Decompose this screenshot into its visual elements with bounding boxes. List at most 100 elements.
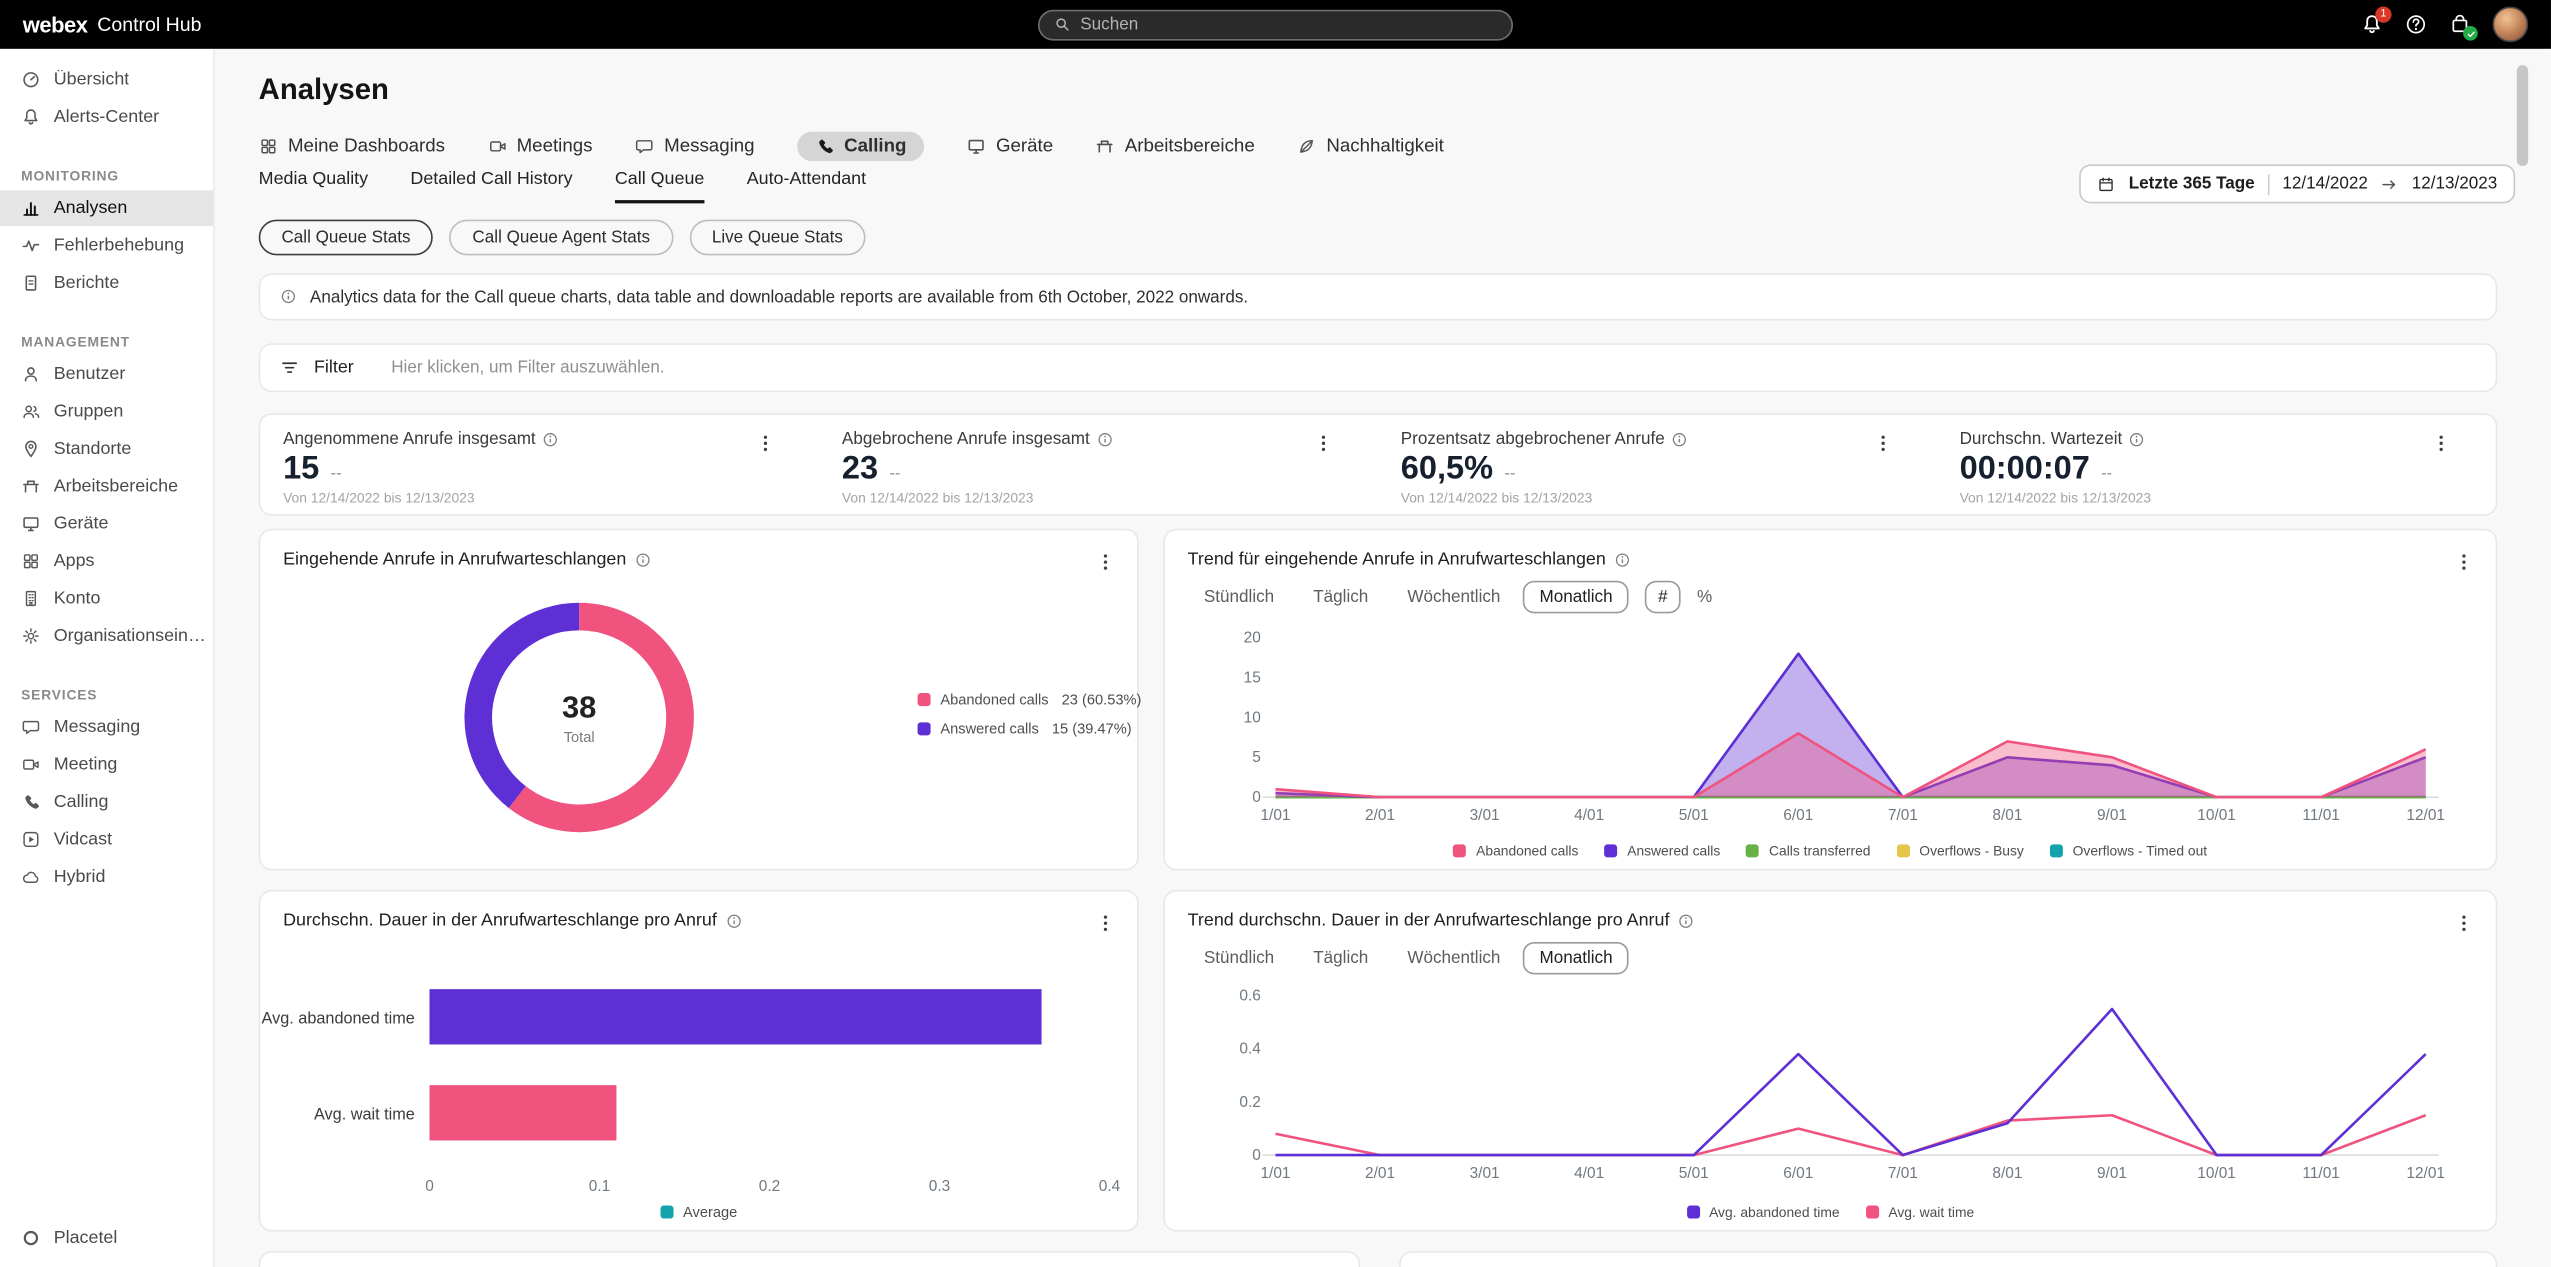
sidebar-item-analysen[interactable]: Analysen (0, 190, 213, 226)
play-icon (21, 830, 41, 850)
tab-nachhaltigkeit[interactable]: Nachhaltigkeit (1297, 137, 1444, 157)
legend-label: Answered calls (1627, 843, 1720, 859)
subtab-auto-attendant[interactable]: Auto-Attendant (747, 169, 866, 203)
pill-call-queue-agent-stats[interactable]: Call Queue Agent Stats (450, 220, 673, 256)
location-pin-icon (21, 439, 41, 459)
tab-calling[interactable]: Calling (797, 132, 924, 161)
product-name: Control Hub (97, 13, 201, 36)
tab-messaging[interactable]: Messaging (635, 137, 755, 157)
sidebar-item-konto[interactable]: Konto (0, 581, 213, 617)
sidebar-item-calling[interactable]: Calling (0, 784, 213, 820)
tab-arbeitsbereiche[interactable]: Arbeitsbereiche (1095, 137, 1254, 157)
kpi-menu-button[interactable] (1308, 428, 1339, 459)
chat-icon (635, 137, 655, 157)
subtab-call-queue[interactable]: Call Queue (615, 169, 705, 203)
legend-item: Overflows - Timed out (2050, 843, 2207, 859)
card-menu-button[interactable] (2448, 547, 2479, 578)
toggle-stuendlich[interactable]: Stündlich (1188, 581, 1291, 614)
filter-input[interactable] (391, 358, 2476, 378)
user-icon (21, 364, 41, 384)
svg-text:10: 10 (1244, 709, 1261, 726)
toggle-monatlich[interactable]: Monatlich (1523, 942, 1629, 975)
card-menu-button[interactable] (1090, 547, 1121, 578)
check-icon (2466, 28, 2476, 38)
toggle-stuendlich[interactable]: Stündlich (1188, 942, 1291, 975)
toggle-percent[interactable]: % (1684, 581, 1725, 614)
sidebar-item-meeting[interactable]: Meeting (0, 747, 213, 783)
sidebar-item-benutzer[interactable]: Benutzer (0, 356, 213, 392)
info-icon (280, 288, 297, 305)
banner-text: Analytics data for the Call queue charts… (310, 287, 1248, 307)
sidebar-item-label: Konto (54, 589, 101, 609)
svg-text:2/01: 2/01 (1365, 807, 1395, 824)
donut-svg (441, 579, 718, 856)
sidebar-item-gruppen[interactable]: Gruppen (0, 394, 213, 430)
sidebar-item-uebersicht[interactable]: Übersicht (0, 62, 213, 98)
legend-item: Overflows - Busy (1897, 843, 2024, 859)
help-icon (2405, 13, 2428, 36)
onboarding-checklist-button[interactable] (2448, 13, 2471, 36)
toggle-taeglich[interactable]: Täglich (1297, 581, 1385, 614)
pulse-icon (21, 236, 41, 256)
toggle-woechentlich[interactable]: Wöchentlich (1391, 581, 1517, 614)
user-avatar[interactable] (2492, 7, 2528, 43)
sidebar-item-arbeitsbereiche[interactable]: Arbeitsbereiche (0, 469, 213, 505)
legend-value: 23 (60.53%) (1062, 691, 1142, 707)
sidebar-item-hybrid[interactable]: Hybrid (0, 859, 213, 895)
sidebar-item-berichte[interactable]: Berichte (0, 265, 213, 301)
tab-meine-dashboards[interactable]: Meine Dashboards (259, 137, 445, 157)
legend-label: Overflows - Timed out (2073, 843, 2207, 859)
legend-label: Answered calls (940, 721, 1038, 737)
search-input[interactable] (1080, 15, 1496, 35)
cloud-icon (21, 867, 41, 887)
filter-bar[interactable]: Filter (259, 343, 2498, 392)
info-icon (2129, 431, 2146, 448)
date-range-picker[interactable]: Letzte 365 Tage 12/14/2022 12/13/2023 (2080, 164, 2515, 203)
subtab-media-quality[interactable]: Media Quality (259, 169, 368, 203)
svg-text:0.3: 0.3 (929, 1178, 950, 1195)
partial-card (1399, 1251, 2497, 1267)
global-search[interactable] (1038, 9, 1513, 40)
card-menu-button[interactable] (2448, 908, 2479, 939)
kpi-menu-button[interactable] (749, 428, 780, 459)
webex-logo: webex (23, 12, 88, 36)
scrollbar-thumb[interactable] (2517, 65, 2528, 166)
kpi-menu-button[interactable] (2426, 428, 2457, 459)
sidebar-item-alerts-center[interactable]: Alerts-Center (0, 99, 213, 135)
sidebar-section-management: MANAGEMENT (0, 327, 213, 356)
help-button[interactable] (2405, 13, 2428, 36)
pill-live-queue-stats[interactable]: Live Queue Stats (689, 220, 866, 256)
pill-call-queue-stats[interactable]: Call Queue Stats (259, 220, 434, 256)
toggle-monatlich[interactable]: Monatlich (1523, 581, 1629, 614)
tab-meetings[interactable]: Meetings (487, 137, 592, 157)
sidebar-item-apps[interactable]: Apps (0, 543, 213, 579)
sidebar-item-placetel[interactable]: Placetel (0, 1220, 213, 1256)
toggle-count[interactable]: # (1645, 581, 1681, 614)
app-window: webex Control Hub 1 Übersicht (0, 0, 2551, 1267)
tab-geraete[interactable]: Geräte (967, 137, 1054, 157)
sidebar-item-messaging[interactable]: Messaging (0, 709, 213, 745)
kpi-title: Durchschn. Wartezeit (1960, 430, 2123, 450)
sidebar-item-standorte[interactable]: Standorte (0, 431, 213, 467)
chart-legend: Average (260, 1204, 1137, 1220)
line-chart: 00.20.40.61/012/013/014/015/016/017/018/… (1181, 976, 2483, 1220)
topbar-actions: 1 (2361, 7, 2529, 43)
notifications-button[interactable]: 1 (2361, 13, 2384, 36)
card-menu-button[interactable] (1090, 908, 1121, 939)
info-icon (1678, 912, 1695, 929)
svg-text:9/01: 9/01 (2097, 807, 2127, 824)
svg-text:3/01: 3/01 (1470, 807, 1500, 824)
sidebar-item-fehlerbehebung[interactable]: Fehlerbehebung (0, 228, 213, 264)
video-camera-icon (21, 755, 41, 775)
sidebar-item-organisationseinstellungen[interactable]: Organisationseinstellun... (0, 618, 213, 654)
toggle-woechentlich[interactable]: Wöchentlich (1391, 942, 1517, 975)
subtab-detailed-call-history[interactable]: Detailed Call History (410, 169, 572, 203)
sidebar-item-label: Alerts-Center (54, 107, 159, 127)
legend-item: Average (660, 1204, 737, 1220)
sidebar-item-vidcast[interactable]: Vidcast (0, 822, 213, 858)
toggle-taeglich[interactable]: Täglich (1297, 942, 1385, 975)
kpi-menu-button[interactable] (1867, 428, 1898, 459)
green-check-badge (2463, 26, 2478, 41)
kpi-caption: Von 12/14/2022 bis 12/13/2023 (283, 490, 796, 506)
sidebar-item-geraete[interactable]: Geräte (0, 506, 213, 542)
